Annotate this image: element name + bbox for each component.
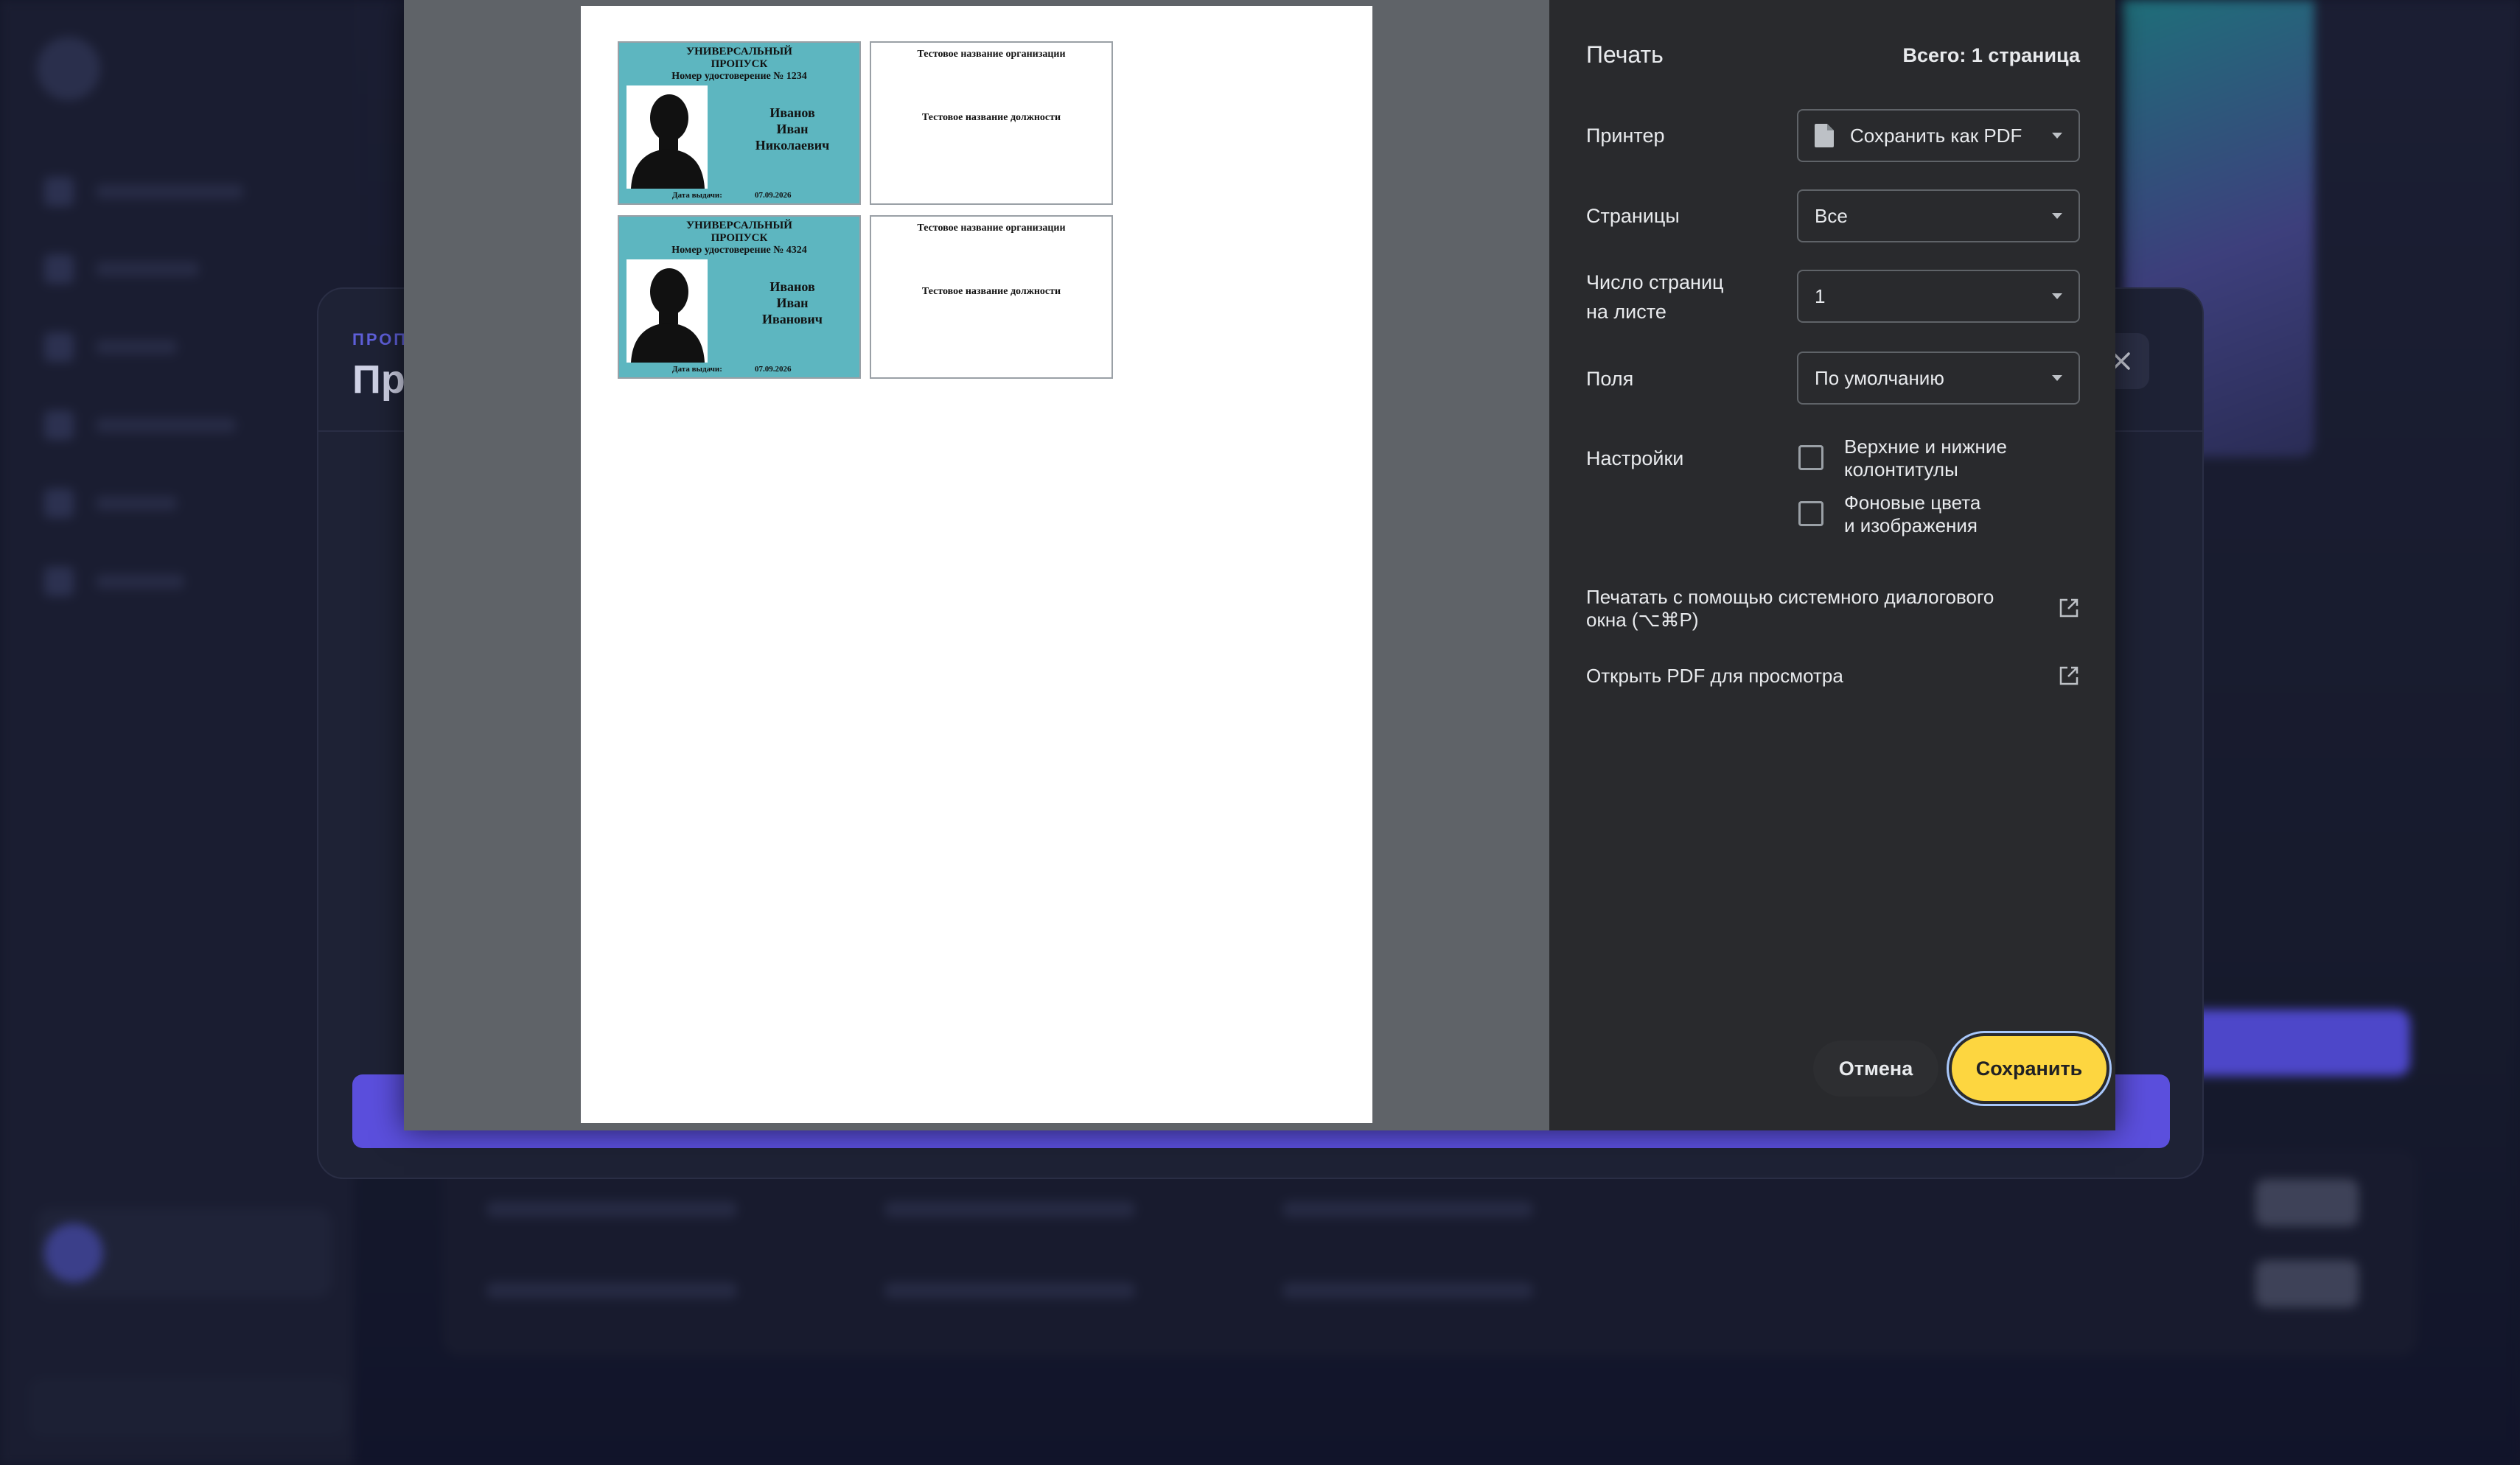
bg-table (442, 1150, 2418, 1356)
person-silhouette-icon (626, 85, 708, 189)
background-graphics-label: Фоновые цвета и изображения (1844, 492, 1981, 536)
badge-patronymic: Иванович (762, 312, 823, 326)
pages-select[interactable]: Все (1797, 189, 2080, 242)
badge-issue-date: 07.09.2026 (755, 365, 792, 374)
open-in-new-icon[interactable] (2058, 665, 2080, 687)
print-dialog: УНИВЕРСАЛЬНЫЙ ПРОПУСК Номер удостоверение… (404, 0, 2115, 1130)
bg-logo-icon (37, 37, 100, 100)
badge-position: Тестовое название должности (921, 286, 1061, 297)
pages-per-sheet-value: 1 (1815, 284, 1826, 307)
badge-front: УНИВЕРСАЛЬНЫЙ ПРОПУСК Номер удостоверение… (618, 41, 861, 205)
badge-last-name: Иванов (769, 279, 815, 294)
bg-avatar (44, 1223, 103, 1282)
pages-label: Страницы (1586, 205, 1680, 227)
bg-sidebar (0, 0, 354, 1465)
badge-org: Тестовое название организации (917, 223, 1066, 234)
badge-front: УНИВЕРСАЛЬНЫЙ ПРОПУСК Номер удостоверение… (618, 215, 861, 379)
pages-per-sheet-label: Число страниц на листе (1586, 271, 1724, 323)
background-graphics-checkbox[interactable] (1798, 501, 1823, 526)
badge-number: Номер удостоверение № 4324 (671, 245, 807, 256)
bg-nav-item (44, 407, 295, 444)
badge-issue-label: Дата выдачи: (672, 365, 722, 374)
bg-pill (2255, 1260, 2359, 1307)
badge-title: ПРОПУСК (711, 58, 768, 70)
bg-nav-item (44, 173, 295, 210)
modal-title: Пр (352, 357, 405, 402)
pages-value: Все (1815, 204, 1848, 227)
badge-title: УНИВЕРСАЛЬНЫЙ (686, 46, 792, 57)
badge-org: Тестовое название организации (917, 49, 1066, 60)
badge-issue-label: Дата выдачи: (672, 191, 722, 200)
person-silhouette-icon (626, 259, 708, 363)
print-settings-panel: Печать Всего: 1 страница Принтер Сохрани… (1549, 0, 2115, 1130)
bg-footer-item (29, 1378, 346, 1437)
bg-user-card (37, 1209, 332, 1297)
preview-page: УНИВЕРСАЛЬНЫЙ ПРОПУСК Номер удостоверение… (581, 6, 1372, 1123)
bg-button (2174, 1010, 2410, 1076)
save-button[interactable]: Сохранить (1952, 1036, 2107, 1101)
printer-select[interactable]: Сохранить как PDF (1797, 109, 2080, 162)
badge-first-name: Иван (776, 296, 809, 310)
badge-issue-date: 07.09.2026 (755, 191, 792, 200)
open-pdf-link[interactable]: Открыть PDF для просмотра (1586, 665, 2087, 688)
chevron-down-icon (2052, 375, 2062, 381)
bg-nav-item (44, 329, 295, 366)
bg-table-row (486, 1282, 1533, 1304)
badge-back: Тестовое название организации Тестовое н… (870, 215, 1113, 379)
open-in-new-icon[interactable] (2058, 597, 2080, 619)
system-dialog-link[interactable]: Печатать с помощью системного диалоговог… (1586, 586, 2087, 632)
page-count: Всего: 1 страница (1902, 44, 2080, 66)
headers-footers-checkbox[interactable] (1798, 445, 1823, 470)
bg-nav-item (44, 563, 295, 600)
bg-nav-item (44, 251, 295, 287)
print-title: Печать (1586, 41, 1664, 68)
pdf-file-icon (1815, 124, 1834, 147)
printer-label: Принтер (1586, 125, 1665, 147)
chevron-down-icon (2052, 293, 2062, 299)
modal-crumb: ПРОП (352, 330, 408, 349)
badge-first-name: Иван (776, 122, 809, 136)
margins-select[interactable]: По умолчанию (1797, 352, 2080, 405)
headers-footers-label: Верхние и нижние колонтитулы (1844, 436, 2007, 480)
bg-table-row (486, 1201, 1533, 1223)
settings-label: Настройки (1586, 447, 1684, 469)
cancel-button[interactable]: Отмена (1813, 1041, 1938, 1097)
badge-position: Тестовое название должности (921, 112, 1061, 123)
pages-per-sheet-select[interactable]: 1 (1797, 270, 2080, 323)
badge-number: Номер удостоверение № 1234 (671, 71, 807, 82)
margins-value: По умолчанию (1815, 366, 1944, 389)
badge-back: Тестовое название организации Тестовое н… (870, 41, 1113, 205)
badge-patronymic: Николаевич (755, 138, 830, 153)
bg-nav-item (44, 485, 295, 522)
print-preview[interactable]: УНИВЕРСАЛЬНЫЙ ПРОПУСК Номер удостоверение… (404, 0, 1549, 1130)
bg-pill (2255, 1179, 2359, 1226)
chevron-down-icon (2052, 133, 2062, 139)
margins-label: Поля (1586, 368, 1634, 390)
badge-title: УНИВЕРСАЛЬНЫЙ (686, 220, 792, 231)
chevron-down-icon (2052, 213, 2062, 219)
badge-last-name: Иванов (769, 105, 815, 120)
printer-value: Сохранить как PDF (1850, 124, 2022, 147)
badge-title: ПРОПУСК (711, 232, 768, 244)
